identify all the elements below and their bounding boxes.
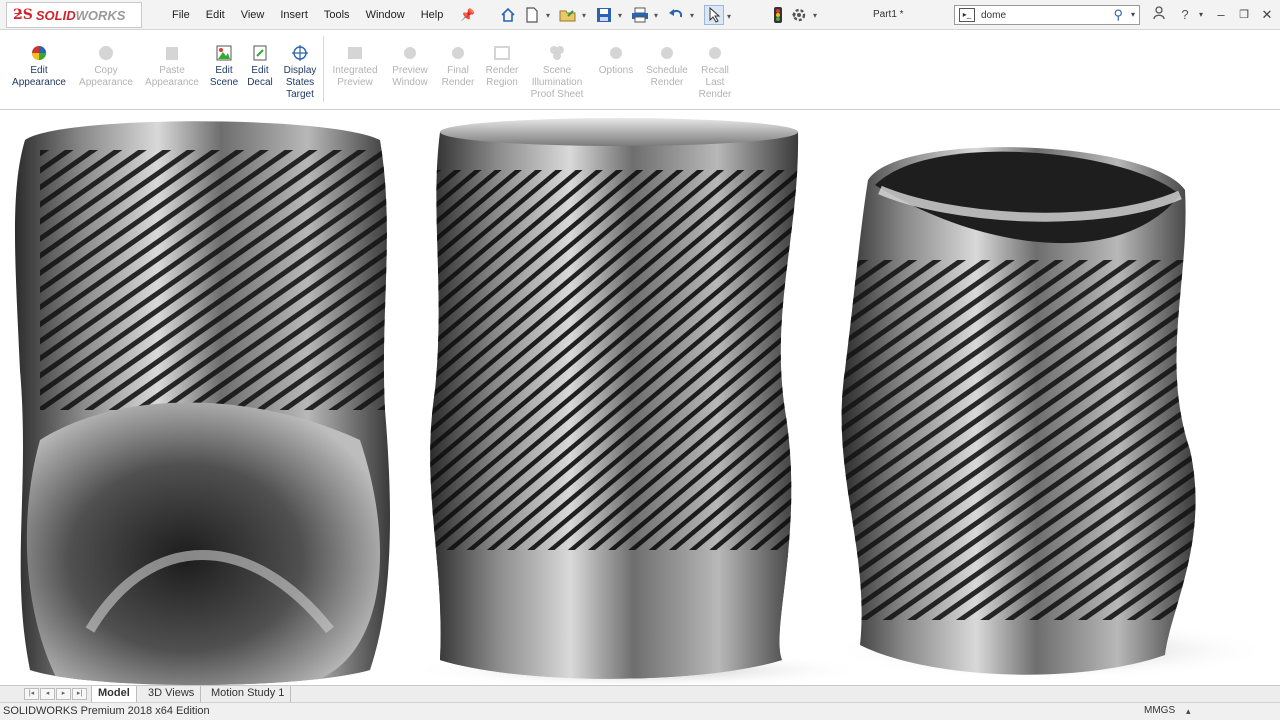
appearance-icon [32,46,46,60]
main-menu: File Edit View Insert Tools Window Help [164,0,451,30]
menu-tools[interactable]: Tools [316,9,358,21]
paste-appearance-label: Paste Appearance [145,65,199,88]
ribbon-separator [323,36,324,102]
edit-appearance-button[interactable]: Edit Appearance [8,44,70,89]
options-label: Options [598,65,634,76]
last-tab-icon[interactable]: ▸| [72,688,87,700]
final-render-icon [452,47,464,59]
preview-window-label: Preview Window [392,65,428,88]
options-button[interactable]: Options [594,44,638,77]
schedule-render-icon [661,47,673,59]
menu-view[interactable]: View [233,9,273,21]
ds-logo-icon: ƻS [13,7,33,23]
previous-tab-icon[interactable]: ◂ [40,688,55,700]
tab-model[interactable]: Model [91,686,137,702]
tab-3d-views[interactable]: 3D Views [142,686,202,702]
copy-appearance-label: Copy Appearance [79,65,133,88]
pin-icon[interactable]: 📌 [460,8,475,22]
brand-suffix: WORKS [75,7,126,23]
help-dropdown-icon[interactable]: ▾ [1192,6,1210,24]
user-icon[interactable] [1150,6,1168,24]
vase-right [841,147,1196,675]
edit-scene-label: Edit Scene [209,65,239,88]
final-render-label: Final Render [441,65,475,88]
menu-help[interactable]: Help [413,9,452,21]
preview-window-button[interactable]: Preview Window [388,44,432,89]
edit-decal-label: Edit Decal [247,65,273,88]
document-title: Part1 * [873,9,904,20]
vase-middle [430,118,799,679]
final-render-button[interactable]: Final Render [438,44,478,89]
restore-icon[interactable]: ❐ [1235,6,1253,24]
menu-window[interactable]: Window [358,9,413,21]
schedule-render-button[interactable]: Schedule Render [642,44,692,89]
render-tools-ribbon: Edit Appearance Copy Appearance Paste Ap… [0,30,1280,110]
first-tab-icon[interactable]: |◂ [24,688,39,700]
render-options-icon [610,47,622,59]
new-document-icon[interactable] [522,5,550,25]
integrated-preview-icon [348,47,362,59]
copy-appearance-icon [99,46,113,60]
display-states-target-label: Display States Target [283,65,317,100]
home-icon[interactable] [498,5,518,25]
edition-text: SOLIDWORKS Premium 2018 x64 Edition [3,705,210,717]
proof-sheet-icon [550,46,564,60]
search-icon[interactable]: ⚲ [1113,7,1123,23]
open-icon[interactable] [558,5,586,25]
recall-last-render-button[interactable]: Recall Last Render [696,44,734,101]
select-icon[interactable] [704,5,731,25]
save-icon[interactable] [594,5,622,25]
integrated-preview-button[interactable]: Integrated Preview [328,44,382,89]
print-icon[interactable] [630,5,658,25]
solidworks-logo[interactable]: ƻS SOLID WORKS [6,2,142,28]
search-input[interactable] [981,9,1101,21]
render-region-label: Render Region [485,65,519,88]
units-menu-icon[interactable]: ▴ [1186,706,1191,717]
paste-appearance-icon [166,47,178,60]
rebuild-icon[interactable] [768,5,796,25]
scene-illumination-proof-sheet-button[interactable]: Scene Illumination Proof Sheet [526,44,588,101]
schedule-render-label: Schedule Render [646,65,688,88]
proof-sheet-label: Scene Illumination Proof Sheet [530,65,584,100]
vase-left [15,121,390,685]
chevron-down-icon[interactable]: ▾ [1131,10,1135,19]
undo-icon[interactable] [666,5,694,25]
document-tabs: |◂ ◂ ▸ ▸| Model 3D Views Motion Study 1 [0,685,1280,702]
search-box[interactable]: ▸_ ⚲ ▾ [954,5,1140,25]
next-tab-icon[interactable]: ▸ [56,688,71,700]
menu-file[interactable]: File [164,9,198,21]
edit-appearance-label: Edit Appearance [12,65,66,88]
paste-appearance-button[interactable]: Paste Appearance [142,44,202,89]
render-region-button[interactable]: Render Region [482,44,522,89]
decal-icon [253,45,267,61]
options-icon[interactable] [789,5,817,25]
menu-edit[interactable]: Edit [198,9,233,21]
rendered-vases-scene [15,118,1270,685]
edit-decal-button[interactable]: Edit Decal [244,44,276,89]
command-search-icon[interactable]: ▸_ [959,8,975,22]
recall-render-icon [709,47,721,59]
title-bar: ƻS SOLID WORKS File Edit View Insert Tool… [0,0,1280,30]
integrated-preview-label: Integrated Preview [332,65,378,88]
copy-appearance-button[interactable]: Copy Appearance [76,44,136,89]
edit-scene-button[interactable]: Edit Scene [206,44,242,89]
recall-last-render-label: Recall Last Render [698,65,732,100]
minimize-icon[interactable]: – [1212,6,1230,24]
status-bar: SOLIDWORKS Premium 2018 x64 Edition MMGS… [0,702,1280,720]
unit-system[interactable]: MMGS [1144,705,1175,716]
scene-icon [216,45,232,61]
graphics-area[interactable] [0,110,1280,685]
menu-insert[interactable]: Insert [272,9,316,21]
render-region-icon [494,46,510,60]
display-states-target-button[interactable]: Display States Target [280,44,320,101]
tab-navigation: |◂ ◂ ▸ ▸| [24,688,88,700]
target-icon [292,45,308,61]
tab-motion-study-1[interactable]: Motion Study 1 [205,686,292,702]
close-icon[interactable]: ✕ [1258,6,1276,24]
preview-window-icon [404,47,416,59]
brand-prefix: SOLID [35,7,76,23]
